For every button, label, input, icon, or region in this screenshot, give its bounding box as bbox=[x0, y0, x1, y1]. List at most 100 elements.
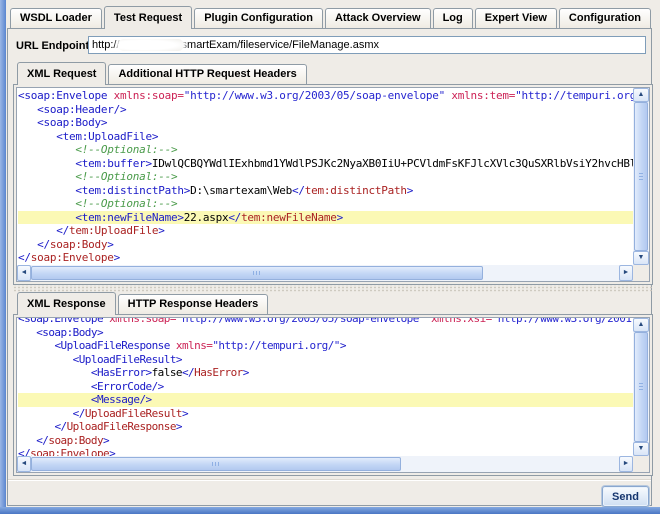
xml-request-code[interactable]: <soap:Envelope xmlns:soap="http://www.w3… bbox=[18, 88, 633, 265]
code-token bbox=[18, 353, 73, 366]
xml-request-editor[interactable]: <soap:Envelope xmlns:soap="http://www.w3… bbox=[16, 87, 650, 282]
code-token bbox=[18, 407, 73, 420]
code-line: <tem:newFileName>22.aspx</tem:newFileNam… bbox=[18, 211, 633, 225]
code-token: tem:newFileName bbox=[241, 211, 337, 224]
code-token: </ bbox=[182, 366, 194, 379]
code-line: <soap:Header/> bbox=[18, 103, 633, 117]
scroll-up-icon[interactable]: ▲ bbox=[633, 318, 649, 332]
code-token: </ bbox=[37, 238, 50, 251]
code-token: tem:distinctPath bbox=[305, 184, 407, 197]
code-line: </tem:UploadFile> bbox=[18, 224, 633, 238]
request-tab-label: Additional HTTP Request Headers bbox=[118, 68, 296, 80]
code-line: <tem:buffer>IDwlQCBQYWdlIExhbmd1YWdlPSJK… bbox=[18, 157, 633, 171]
request-tab[interactable]: XML Request bbox=[17, 62, 106, 85]
code-token: <ErrorCode/> bbox=[91, 380, 164, 393]
code-token: <tem:distinctPath> bbox=[75, 184, 190, 197]
response-tab-label: HTTP Response Headers bbox=[128, 298, 259, 310]
request-horizontal-scrollbar[interactable]: ◄ ► bbox=[17, 265, 633, 281]
code-line: <!--Optional:--> bbox=[18, 170, 633, 184]
code-token bbox=[18, 211, 75, 224]
code-token: 22.aspx bbox=[184, 211, 229, 224]
main-tab-label: Log bbox=[443, 12, 463, 24]
code-token bbox=[18, 434, 36, 447]
response-horizontal-scrollbar[interactable]: ◄ ► bbox=[17, 456, 633, 472]
xml-request-groupbox: <soap:Envelope xmlns:soap="http://www.w3… bbox=[13, 84, 653, 285]
code-token: > bbox=[109, 447, 115, 456]
code-line: </soap:Body> bbox=[18, 238, 633, 252]
code-token: xmlns:tem= bbox=[451, 89, 515, 102]
code-token: <!--Optional:--> bbox=[75, 170, 177, 183]
code-token: <tem:buffer> bbox=[75, 157, 151, 170]
code-token: > bbox=[337, 211, 343, 224]
code-token: "http://tempuri.org/" bbox=[212, 339, 340, 352]
scroll-down-icon[interactable]: ▼ bbox=[633, 442, 649, 456]
footer-separator bbox=[8, 479, 651, 481]
scroll-up-icon[interactable]: ▲ bbox=[633, 88, 649, 102]
code-token: </ bbox=[228, 211, 241, 224]
code-line: <Message/> bbox=[18, 393, 633, 407]
scrollbar-thumb[interactable] bbox=[31, 457, 401, 471]
code-token: UploadFileResponse bbox=[67, 420, 176, 433]
scroll-right-icon[interactable]: ► bbox=[619, 456, 633, 472]
code-token bbox=[18, 224, 56, 237]
request-tab[interactable]: Additional HTTP Request Headers bbox=[108, 64, 306, 84]
request-tabbar: XML Request Additional HTTP Request Heade… bbox=[17, 62, 309, 84]
scrollbar-thumb[interactable] bbox=[634, 332, 648, 442]
main-tabbar: WSDL LoaderTest RequestPlugin Configurat… bbox=[10, 6, 653, 28]
code-token: > bbox=[176, 420, 182, 433]
xml-response-code[interactable]: <soap:Envelope xmlns:soap="http://www.w3… bbox=[18, 318, 633, 456]
code-token: </ bbox=[18, 251, 31, 264]
code-token: soap:Envelope bbox=[31, 251, 114, 264]
code-line: </UploadFileResult> bbox=[18, 407, 633, 421]
code-token: <soap:Header/> bbox=[37, 103, 126, 116]
code-token: false bbox=[152, 366, 182, 379]
scrollbar-thumb[interactable] bbox=[634, 102, 648, 251]
code-token: </ bbox=[54, 420, 66, 433]
response-tab[interactable]: HTTP Response Headers bbox=[118, 294, 269, 314]
response-tab-label: XML Response bbox=[27, 298, 106, 310]
response-tabbar: XML Response HTTP Response Headers bbox=[17, 292, 270, 314]
test-request-panel: URL Endpoint: http://smartExam/fileservi… bbox=[7, 28, 652, 506]
scroll-right-icon[interactable]: ► bbox=[619, 265, 633, 281]
code-token bbox=[18, 143, 75, 156]
scroll-left-icon[interactable]: ◄ bbox=[17, 456, 31, 472]
main-tab[interactable]: Log bbox=[433, 8, 473, 28]
code-token: xmlns:soap= bbox=[114, 89, 184, 102]
main-tab[interactable]: Test Request bbox=[104, 6, 192, 29]
send-button[interactable]: Send bbox=[602, 486, 649, 507]
code-token bbox=[18, 326, 36, 339]
code-token: UploadFileResult bbox=[85, 407, 182, 420]
url-endpoint-input[interactable]: http://smartExam/fileservice/FileManage.… bbox=[88, 36, 646, 54]
scrollbar-thumb[interactable] bbox=[31, 266, 483, 280]
code-token: <soap:Body> bbox=[36, 326, 103, 339]
request-tab-label: XML Request bbox=[27, 68, 96, 80]
code-token: "http://www.w3.org/2003/05/soap-envelope… bbox=[176, 318, 425, 325]
xml-response-editor[interactable]: <soap:Envelope xmlns:soap="http://www.w3… bbox=[16, 317, 650, 473]
response-tab[interactable]: XML Response bbox=[17, 292, 116, 315]
code-line: </UploadFileResponse> bbox=[18, 420, 633, 434]
code-token bbox=[18, 170, 75, 183]
scroll-down-icon[interactable]: ▼ bbox=[633, 251, 649, 265]
code-token: </ bbox=[292, 184, 305, 197]
code-token: </ bbox=[36, 434, 48, 447]
code-line: <tem:distinctPath>D:\smartexam\Web</tem:… bbox=[18, 184, 633, 198]
code-token: HasError bbox=[194, 366, 243, 379]
code-token: "http://www.w3.org/2001 bbox=[492, 318, 632, 325]
split-pane-divider[interactable] bbox=[13, 285, 653, 292]
main-tab-label: Expert View bbox=[485, 12, 547, 24]
main-tab[interactable]: WSDL Loader bbox=[10, 8, 102, 28]
scroll-left-icon[interactable]: ◄ bbox=[17, 265, 31, 281]
code-token: </ bbox=[73, 407, 85, 420]
request-vertical-scrollbar[interactable]: ▲ ▼ bbox=[633, 88, 649, 265]
main-tab[interactable]: Attack Overview bbox=[325, 8, 431, 28]
code-token: "http://tempuri.org/" bbox=[515, 89, 633, 102]
code-token: soap:Body bbox=[48, 434, 103, 447]
code-token: </ bbox=[56, 224, 69, 237]
main-tab[interactable]: Configuration bbox=[559, 8, 651, 28]
main-tab[interactable]: Expert View bbox=[475, 8, 557, 28]
response-vertical-scrollbar[interactable]: ▲ ▼ bbox=[633, 318, 649, 456]
code-token: > bbox=[407, 184, 413, 197]
code-token: <tem:newFileName> bbox=[75, 211, 183, 224]
code-token bbox=[18, 339, 54, 352]
main-tab[interactable]: Plugin Configuration bbox=[194, 8, 323, 28]
